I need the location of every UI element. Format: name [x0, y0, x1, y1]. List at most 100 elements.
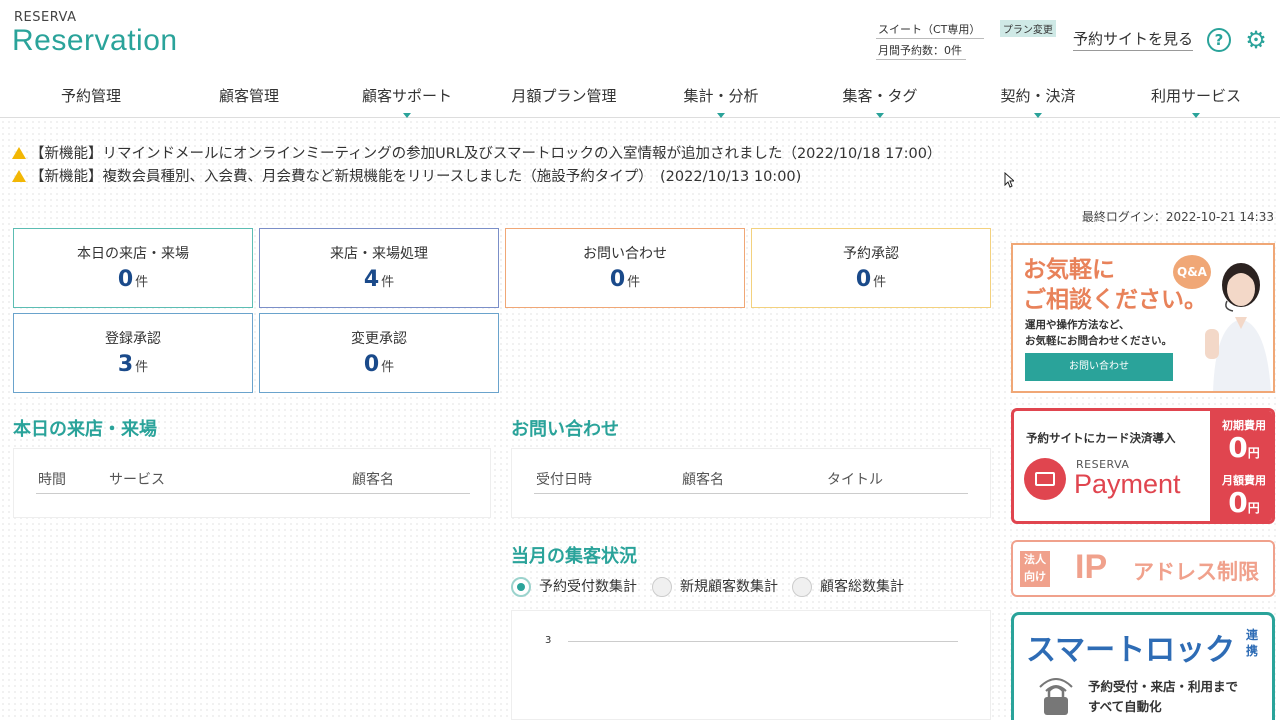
stat-card-registration-approval[interactable]: 登録承認 3件 — [13, 313, 253, 393]
stat-unit: 件 — [381, 360, 395, 375]
nav-services[interactable]: 利用サービス — [1135, 80, 1257, 118]
stat-card-reservation-approval[interactable]: 予約承認 0件 — [751, 228, 991, 308]
inquiries-table: 受付日時 顧客名 タイトル — [511, 448, 991, 518]
nav-customer-support[interactable]: 顧客サポート — [346, 80, 468, 118]
column-header: サービス — [109, 472, 165, 488]
nav-marketing-tags[interactable]: 集客・タグ — [819, 80, 941, 118]
divider — [534, 493, 968, 494]
notice-item[interactable]: 【新機能】リマインドメールにオンラインミーティングの参加URL及びスマートロック… — [12, 142, 941, 163]
stat-label: 予約承認 — [843, 246, 899, 262]
stat-label: 登録承認 — [105, 331, 161, 347]
nav-label: 顧客管理 — [218, 87, 279, 105]
nav-customer-management[interactable]: 顧客管理 — [188, 80, 310, 118]
fee-panel: 初期費用 0円 月額費用 0円 — [1210, 411, 1272, 521]
stat-value: 3 — [117, 352, 134, 377]
banner-line: ご相談ください。 — [1023, 287, 1207, 313]
radio-reservations-count[interactable]: 予約受付数集計 — [511, 576, 637, 597]
today-visits-table: 時間 サービス 顧客名 — [13, 448, 491, 518]
gear-icon[interactable]: ⚙ — [1243, 27, 1269, 53]
desc-line: すべて自動化 — [1088, 699, 1162, 714]
corporate-tag: 法人 向け — [1020, 551, 1050, 587]
column-header: タイトル — [827, 472, 883, 488]
lock-icon — [1039, 678, 1073, 715]
stat-unit: 件 — [627, 275, 641, 290]
fee-unit: 円 — [1247, 446, 1260, 460]
desc-line: 予約受付・来店・利用まで — [1088, 679, 1239, 694]
brand-big: Payment — [1074, 469, 1181, 499]
stat-card-inquiries[interactable]: お問い合わせ 0件 — [505, 228, 745, 308]
view-reservation-site-link[interactable]: 予約サイトを見る — [1073, 28, 1194, 51]
monthly-stats-title: 当月の集客状況 — [511, 546, 637, 567]
nav-monthly-plan-management[interactable]: 月額プラン管理 — [500, 80, 628, 118]
column-header: 受付日時 — [536, 472, 592, 488]
nav-label: 月額プラン管理 — [511, 87, 617, 105]
nav-label: 顧客サポート — [361, 87, 452, 105]
side-char: 連 — [1246, 628, 1259, 642]
stat-card-change-approval[interactable]: 変更承認 0件 — [259, 313, 499, 393]
header: RESERVA Reservation スイート（CT専用） プラン変更 月間予… — [0, 0, 1280, 72]
monthly-reservation-count: 月間予約数：0件 — [876, 42, 966, 60]
today-visits-title: 本日の来店・来場 — [13, 419, 157, 440]
chevron-down-icon — [403, 113, 411, 118]
ip-rest-text: アドレス制限 — [1133, 560, 1259, 584]
divider — [36, 493, 470, 494]
logo-small: RESERVA — [14, 10, 77, 25]
stat-value: 0 — [363, 352, 380, 377]
stat-unit: 件 — [135, 275, 149, 290]
plan-change-button[interactable]: プラン変更 — [999, 20, 1056, 37]
radio-total-customers-count[interactable]: 顧客総数集計 — [792, 576, 904, 597]
plan-info: スイート（CT専用） プラン変更 月間予約数：0件 — [876, 20, 1056, 60]
gridline — [568, 641, 958, 642]
plan-name: スイート（CT専用） — [876, 21, 985, 39]
radio-label: 予約受付数集計 — [539, 579, 637, 595]
ip-text: IP — [1075, 548, 1108, 586]
radio-new-customers-count[interactable]: 新規顧客数集計 — [652, 576, 778, 597]
help-icon[interactable]: ? — [1207, 28, 1231, 52]
logo[interactable]: Reservation — [12, 24, 178, 58]
radio-unchecked-icon — [652, 577, 672, 597]
smartlock-title: スマートロック — [1026, 633, 1236, 668]
stat-value: 0 — [117, 267, 134, 292]
stat-value: 0 — [609, 267, 626, 292]
payment-banner[interactable]: 予約サイトにカード決済導入 RESERVA Payment 初期費用 0円 月額… — [1011, 408, 1275, 524]
stat-label: お問い合わせ — [583, 246, 667, 262]
stat-card-today-visits[interactable]: 本日の来店・来場 0件 — [13, 228, 253, 308]
chevron-down-icon — [1034, 113, 1042, 118]
radio-unchecked-icon — [792, 577, 812, 597]
stat-unit: 件 — [873, 275, 887, 290]
nav-label: 契約・決済 — [1000, 87, 1076, 105]
nav-label: 予約管理 — [60, 87, 121, 105]
stat-unit: 件 — [135, 360, 149, 375]
contact-button[interactable]: お問い合わせ — [1025, 353, 1173, 381]
operator-image — [1205, 263, 1271, 391]
inquiries-title: お問い合わせ — [511, 419, 619, 440]
last-login: 最終ログイン：2022-10-21 14:33 — [1081, 210, 1274, 224]
notice-item[interactable]: 【新機能】複数会員種別、入会費、月会費など新規機能をリリースしました（施設予約タ… — [12, 165, 801, 186]
column-header: 時間 — [38, 472, 66, 488]
notice-text: 【新機能】複数会員種別、入会費、月会費など新規機能をリリースしました（施設予約タ… — [30, 169, 802, 185]
mouse-cursor-icon — [1004, 172, 1014, 188]
stat-card-visit-processing[interactable]: 来店・来場処理 4件 — [259, 228, 499, 308]
smartlock-desc: 予約受付・来店・利用まで すべて自動化 — [1088, 677, 1238, 717]
radio-label: 顧客総数集計 — [820, 579, 904, 595]
contact-banner[interactable]: お気軽に ご相談ください。 Q&A 運用や操作方法など、 お気軽にお問合わせくだ… — [1011, 243, 1275, 393]
fee-unit: 円 — [1247, 501, 1260, 515]
ip-restriction-banner[interactable]: 法人 向け IP アドレス制限 — [1011, 540, 1275, 597]
warning-icon — [12, 147, 26, 159]
nav-reservation-management[interactable]: 予約管理 — [30, 80, 152, 118]
chevron-down-icon — [1192, 113, 1200, 118]
nav-contract-payment[interactable]: 契約・決済 — [977, 80, 1099, 118]
stat-unit: 件 — [381, 275, 395, 290]
warning-icon — [12, 170, 26, 182]
banner-desc: 運用や操作方法など、 お気軽にお問合わせください。 — [1025, 317, 1172, 349]
side-char: 携 — [1246, 644, 1259, 658]
nav-label: 利用サービス — [1150, 87, 1241, 105]
smartlock-banner[interactable]: スマートロック 連 携 予約受付・来店・利用まで すべて自動化 — [1011, 612, 1275, 720]
radio-label: 新規顧客数集計 — [680, 579, 778, 595]
tag-line: 法人 — [1024, 553, 1046, 566]
banner-desc-line: お気軽にお問合わせください。 — [1025, 335, 1172, 347]
column-header: 顧客名 — [682, 472, 724, 488]
nav-analytics[interactable]: 集計・分析 — [660, 80, 782, 118]
chevron-down-icon — [876, 113, 884, 118]
y-tick-label: 3 — [545, 635, 552, 646]
